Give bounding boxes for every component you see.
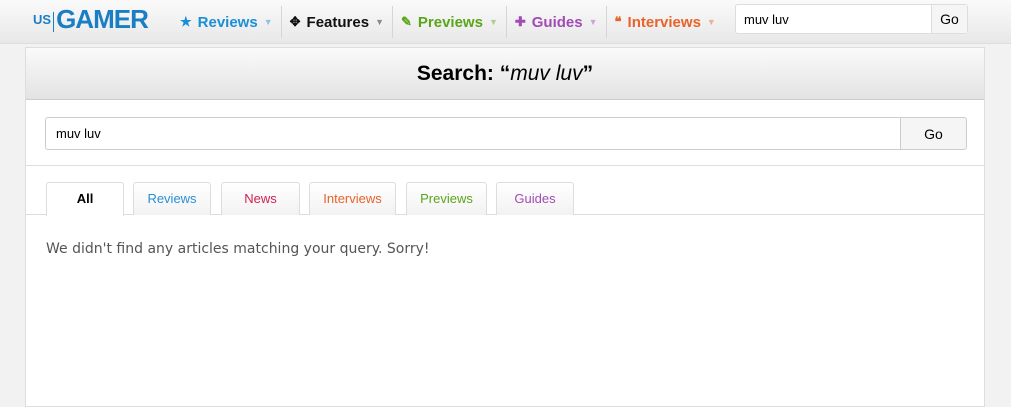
caret-down-icon: ▼ (588, 17, 598, 27)
nav-label: Guides (531, 13, 583, 31)
pencil-icon: ✎ (400, 14, 412, 29)
nav-interviews[interactable]: ❝ Interviews ▼ (607, 6, 724, 38)
top-search-input[interactable] (736, 5, 931, 33)
tab-reviews[interactable]: Reviews (133, 182, 211, 215)
nav-label: Reviews (197, 13, 258, 31)
nav-label: Previews (417, 13, 483, 31)
caret-down-icon: ▼ (375, 17, 384, 27)
top-search-go-button[interactable]: Go (931, 5, 967, 33)
title-query: muv luv (510, 62, 583, 85)
top-nav-bar: US GAMER ★ Reviews ▼ ✥ Features ▼ ✎ Previews ▼… (0, 0, 1011, 44)
caret-down-icon: ▼ (706, 17, 716, 27)
star-icon: ★ (180, 14, 192, 29)
page-title: Search: “muv luv” (26, 48, 984, 100)
logo-gamer: GAMER (56, 4, 149, 34)
result-tabs: All Reviews News Interviews Previews Gui… (26, 166, 984, 216)
nav-guides[interactable]: ✚ Guides ▼ (507, 6, 607, 38)
tab-all[interactable]: All (46, 182, 124, 216)
caret-down-icon: ▼ (488, 17, 498, 27)
logo-us: US (33, 12, 55, 32)
nav-features[interactable]: ✥ Features ▼ (282, 6, 393, 38)
title-suffix: ” (582, 62, 594, 85)
quote-icon: ❝ (614, 14, 622, 29)
caret-down-icon: ▼ (263, 17, 273, 27)
main-nav: ★ Reviews ▼ ✥ Features ▼ ✎ Previews ▼ ✚ Guides ▼… (172, 6, 724, 38)
search-results-panel: Search: “muv luv” Go All Reviews News In… (25, 47, 985, 407)
search-input[interactable] (45, 117, 901, 150)
nav-previews[interactable]: ✎ Previews ▼ (393, 6, 507, 38)
title-prefix: Search: “ (416, 62, 511, 85)
search-form: Go (26, 100, 984, 166)
tab-previews[interactable]: Previews (406, 182, 487, 215)
tab-news[interactable]: News (221, 182, 300, 215)
nav-label: Features (306, 13, 370, 31)
nav-reviews[interactable]: ★ Reviews ▼ (172, 6, 282, 38)
usgamer-logo[interactable]: US GAMER (33, 4, 149, 34)
search-go-button[interactable]: Go (900, 117, 967, 150)
tab-interviews[interactable]: Interviews (309, 182, 396, 215)
tab-guides[interactable]: Guides (496, 182, 574, 215)
puzzle-icon: ✚ (514, 14, 526, 29)
nav-label: Interviews (627, 13, 701, 31)
crosshair-icon: ✥ (289, 14, 301, 29)
top-search-form: Go (735, 4, 968, 34)
no-results-message: We didn't find any articles matching you… (46, 241, 430, 257)
